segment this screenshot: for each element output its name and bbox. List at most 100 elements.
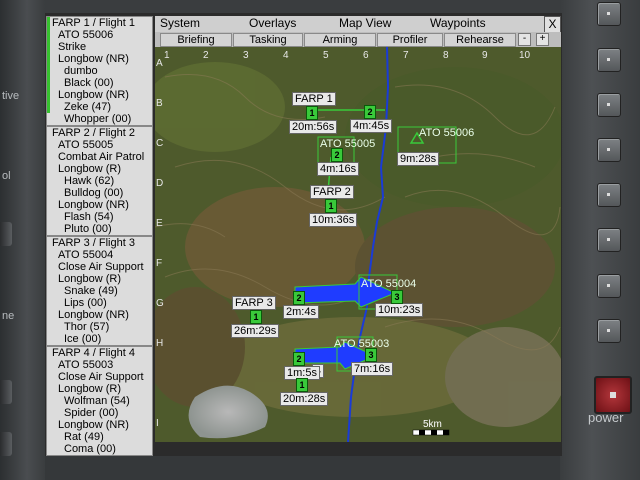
farp-3-label[interactable]: FARP 3	[232, 296, 276, 310]
flight-header: FARP 4 / Flight 4	[52, 347, 135, 359]
time-label: 4m:16s	[317, 162, 360, 176]
flight-mission: Strike	[47, 41, 152, 53]
farp-2-label[interactable]: FARP 2	[310, 185, 354, 199]
bezel-button-6[interactable]	[597, 228, 621, 252]
flight-header: FARP 1 / Flight 1	[47, 17, 152, 29]
menu-bar: System Overlays Map View Waypoints	[155, 16, 561, 33]
left-bezel-label-2: ol	[2, 170, 11, 182]
left-bezel-button-3[interactable]	[0, 432, 12, 456]
left-bezel-button-1[interactable]	[0, 222, 12, 246]
flight-ato: ATO 55003	[58, 359, 114, 371]
row-tick: B	[156, 98, 163, 109]
ato-55006-label: ATO 55006	[419, 127, 475, 139]
time-label: 2m:4s	[283, 305, 319, 319]
row-tick: F	[156, 258, 162, 269]
flight-ato: ATO 55004	[58, 249, 114, 261]
waypoint-marker[interactable]: 2	[293, 291, 305, 305]
bottom-bezel	[45, 455, 560, 480]
scale-label: 5km	[423, 419, 442, 430]
bezel-button-4[interactable]	[597, 138, 621, 162]
flight-header: FARP 3 / Flight 3	[52, 237, 135, 249]
flight-mission: Combat Air Patrol	[58, 151, 145, 163]
row-tick: D	[156, 178, 163, 189]
pilot-name: Whopper (00)	[64, 113, 132, 125]
time-label: 7m:16s	[351, 362, 394, 376]
bezel-button-3[interactable]	[597, 93, 621, 117]
pilot-name: dumbo	[47, 65, 152, 77]
waypoint-marker[interactable]: 1	[325, 199, 337, 213]
power-label: power	[588, 410, 624, 425]
zoom-in-button[interactable]: +	[536, 33, 549, 46]
time-label: 20m:56s	[289, 120, 338, 134]
close-button[interactable]: X	[544, 16, 561, 33]
menu-overlays[interactable]: Overlays	[249, 16, 296, 30]
aircraft-type: Longbow (NR)	[58, 419, 129, 431]
time-label: 20m:28s	[280, 392, 329, 406]
left-bezel-button-2[interactable]	[0, 380, 12, 404]
pilot-name: Hawk (62)	[64, 175, 115, 187]
aircraft-type: Longbow (NR)	[58, 309, 129, 321]
tab-rehearse[interactable]: Rehearse	[444, 33, 516, 47]
menu-map-view[interactable]: Map View	[339, 16, 391, 30]
col-tick: 10	[519, 50, 531, 61]
tab-tasking[interactable]: Tasking	[233, 33, 303, 47]
menu-waypoints[interactable]: Waypoints	[430, 16, 486, 30]
flight-card-2[interactable]: FARP 2 / Flight 2 ATO 55005 Combat Air P…	[46, 126, 153, 236]
col-tick: 1	[164, 50, 170, 61]
flight-card-4[interactable]: FARP 4 / Flight 4 ATO 55003 Close Air Su…	[46, 346, 153, 456]
time-label: 4m:45s	[350, 119, 393, 133]
ato-55003-label: ATO 55003	[334, 338, 390, 350]
col-tick: 4	[283, 50, 289, 61]
pilot-name: Thor (57)	[64, 321, 110, 333]
aircraft-type: Longbow (R)	[58, 163, 121, 175]
pilot-name: Black (00)	[47, 77, 152, 89]
pilot-name: Lips (00)	[64, 297, 107, 309]
left-bezel-label-3: ne	[2, 310, 15, 322]
flight-mission: Close Air Support	[58, 371, 144, 383]
waypoint-marker[interactable]: 1	[306, 106, 318, 120]
waypoint-marker[interactable]: 2	[293, 352, 305, 366]
waypoint-marker[interactable]: 3	[391, 290, 403, 304]
bezel-button-1[interactable]	[597, 2, 621, 26]
col-tick: 9	[482, 50, 488, 61]
aircraft-type: Longbow (R)	[58, 273, 121, 285]
bezel-button-5[interactable]	[597, 183, 621, 207]
aircraft-type: Longbow (NR)	[58, 199, 129, 211]
flight-card-1[interactable]: FARP 1 / Flight 1 ATO 55006 Strike Longb…	[46, 16, 153, 126]
waypoint-marker[interactable]: 2	[364, 105, 376, 119]
pilot-name: Flash (54)	[64, 211, 114, 223]
left-bezel-label-1: tive	[2, 90, 20, 102]
zoom-out-button[interactable]: -	[518, 33, 531, 46]
pilot-name: Wolfman (54)	[64, 395, 130, 407]
flight-header: FARP 2 / Flight 2	[52, 127, 135, 139]
col-tick: 5	[323, 50, 329, 61]
time-label: 26m:29s	[231, 324, 280, 338]
farp-1-label[interactable]: FARP 1	[292, 92, 336, 106]
menu-system[interactable]: System	[160, 16, 200, 30]
tactical-map[interactable]: 1 2 3 4 5 6 7 8 9 10 A B C D E F G H I 5…	[155, 47, 561, 442]
aircraft-type: Longbow (R)	[58, 383, 121, 395]
waypoint-marker[interactable]: 1	[296, 378, 308, 392]
pilot-name: Snake (49)	[64, 285, 118, 297]
flight-ato: ATO 55005	[58, 139, 114, 151]
row-tick: G	[156, 298, 164, 309]
pilot-name: Ice (00)	[64, 333, 102, 345]
waypoint-marker[interactable]: 1	[250, 310, 262, 324]
row-tick: I	[156, 418, 159, 429]
pilot-name: Coma (00)	[64, 443, 116, 455]
pilot-name: Pluto (00)	[64, 223, 112, 235]
pilot-name: Spider (00)	[64, 407, 119, 419]
pilot-name: Bulldog (00)	[64, 187, 124, 199]
bezel-button-2[interactable]	[597, 48, 621, 72]
waypoint-marker[interactable]: 2	[331, 148, 343, 162]
tab-briefing[interactable]: Briefing	[160, 33, 232, 47]
col-tick: 8	[443, 50, 449, 61]
row-tick: E	[156, 218, 163, 229]
tab-arming[interactable]: Arming	[304, 33, 376, 47]
power-button[interactable]	[594, 376, 632, 414]
waypoint-marker[interactable]: 3	[365, 348, 377, 362]
flight-card-3[interactable]: FARP 3 / Flight 3 ATO 55004 Close Air Su…	[46, 236, 153, 346]
bezel-button-7[interactable]	[597, 274, 621, 298]
tab-profiler[interactable]: Profiler	[377, 33, 443, 47]
bezel-button-8[interactable]	[597, 319, 621, 343]
